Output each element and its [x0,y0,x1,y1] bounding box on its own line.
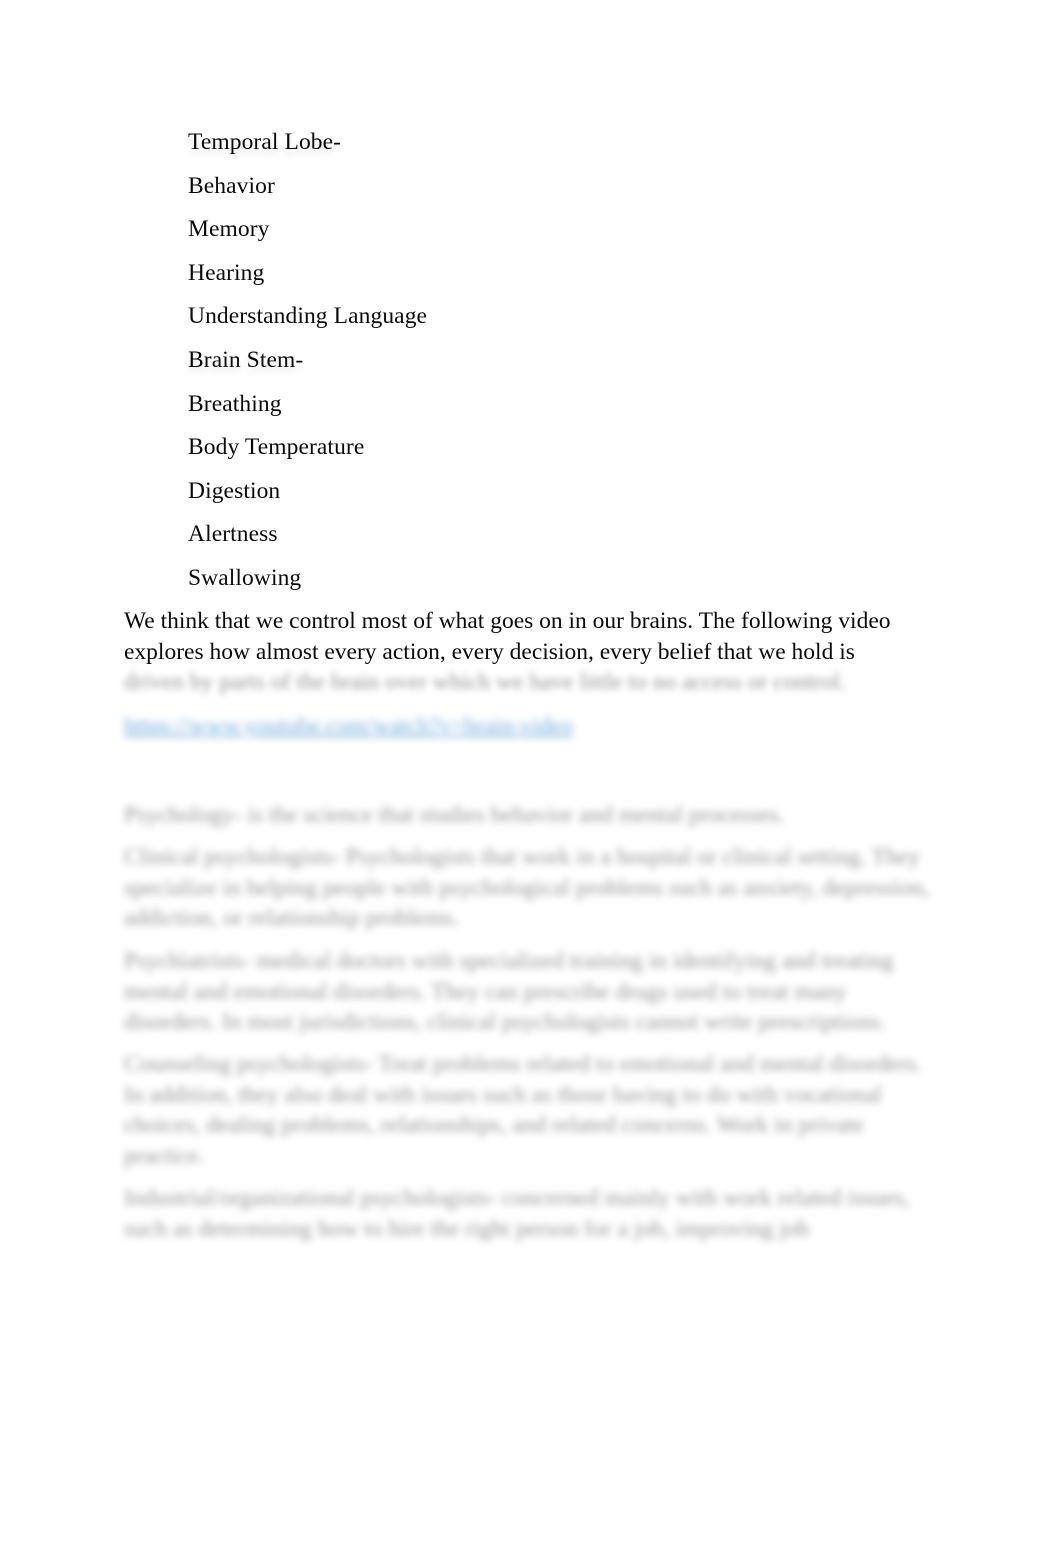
list-item-temporal-lobe: Temporal Lobe- [188,129,342,155]
paragraph-psychiatrists: Psychiatrists- medical doctors with spec… [124,948,894,1036]
list-item-understanding-language: Understanding Language [188,303,428,330]
list-item-alertness: Alertness [188,521,278,548]
list-item-brain-stem: Brain Stem- [188,346,304,373]
brain-functions-list: Temporal Lobe- Behavior Memory Hearing U… [188,121,888,601]
video-hyperlink[interactable]: https://www.youtube.com/watch?v=brain-vi… [124,711,573,741]
list-item-hearing: Hearing [188,259,265,286]
paragraph-clinical-psychologists: Clinical psychologists- Psychologists th… [124,844,930,932]
paragraph-line-3-blurred: driven by parts of the brain over which … [124,669,846,695]
list-item-behavior: Behavior [188,172,275,199]
list-item-swallowing: Swallowing [188,564,302,591]
paragraph-line-2: explores how almost every action, every … [124,638,855,665]
video-link-container: https://www.youtube.com/watch?v=brain-vi… [124,711,624,741]
paragraph-counseling-psychologists: Counseling psychologists- Treat problems… [124,1051,922,1169]
paragraph-brain-control: We think that we control most of what go… [124,606,924,698]
list-item-memory: Memory [188,216,270,243]
paragraph-industrial-psychologists: Industrial/organizational psychologists-… [124,1185,910,1242]
document-page: Temporal Lobe- Behavior Memory Hearing U… [0,0,1062,1556]
paragraph-line-1: We think that we control most of what go… [124,608,891,634]
paragraph-psychology-definition: Psychology- is the science that studies … [124,802,785,828]
list-item-digestion: Digestion [188,477,281,504]
list-item-body-temperature: Body Temperature [188,434,365,461]
list-item-breathing: Breathing [188,390,282,417]
